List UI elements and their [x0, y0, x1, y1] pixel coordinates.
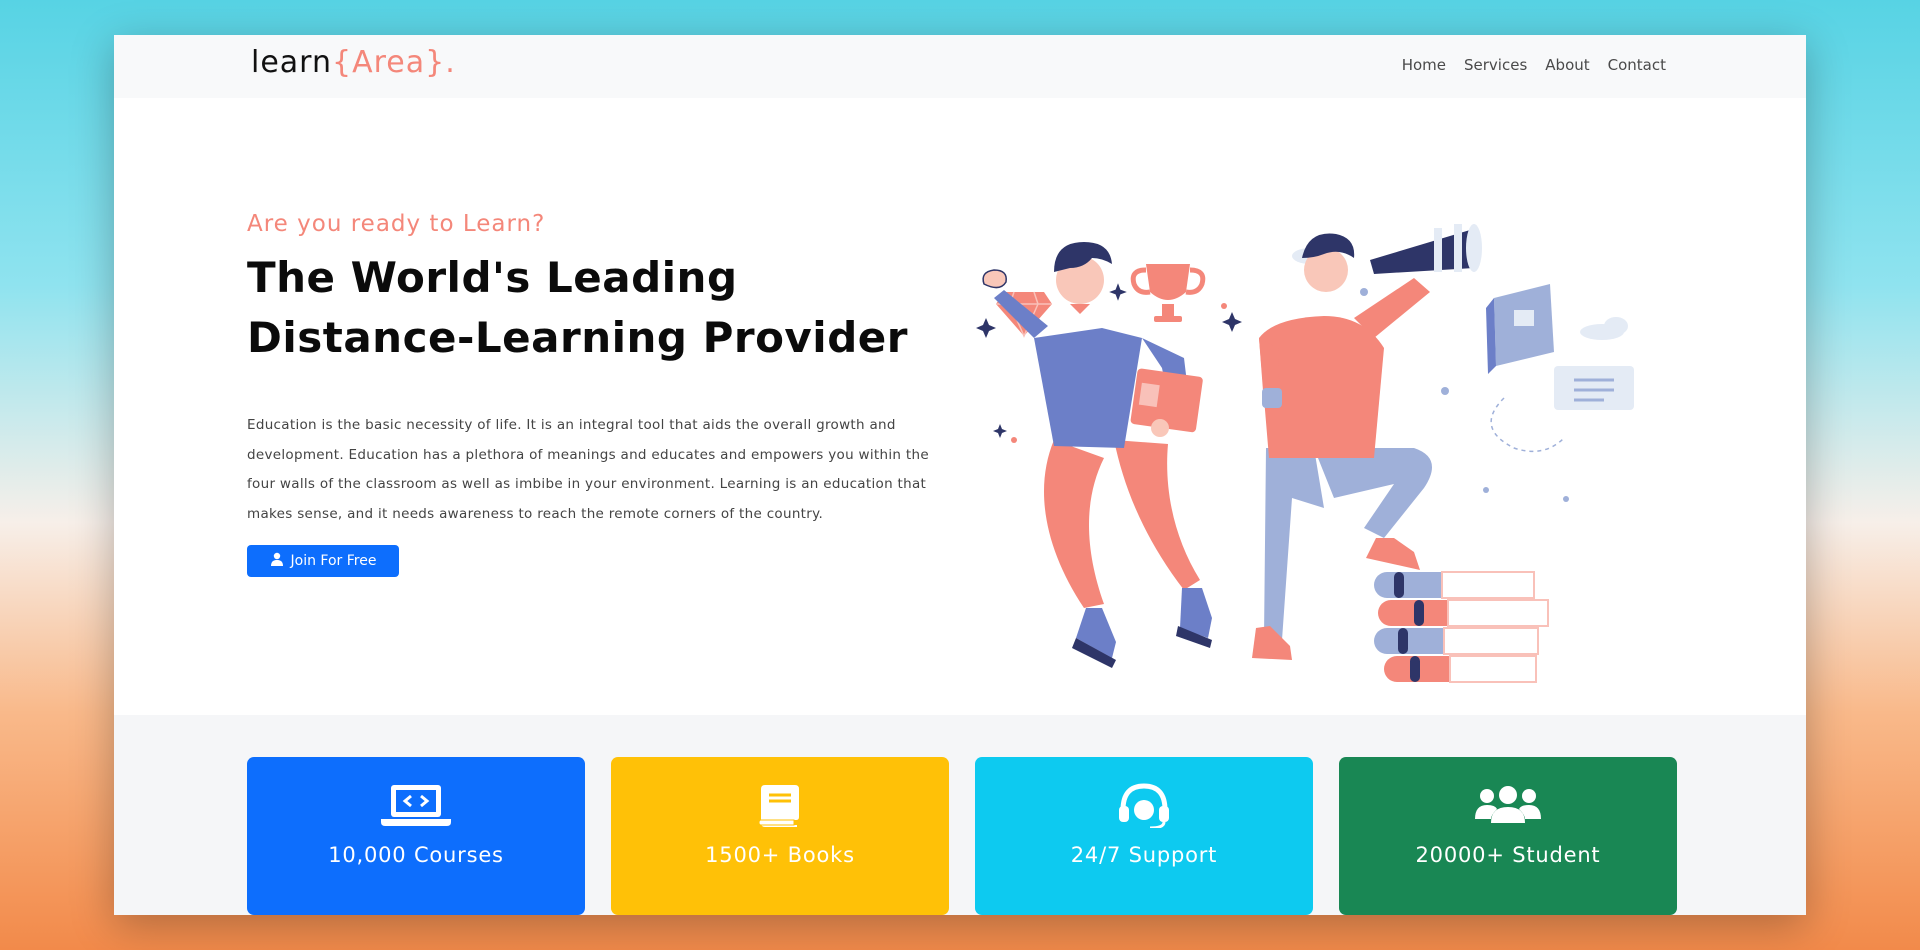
user-icon	[270, 552, 284, 570]
trophy-icon	[1130, 264, 1206, 322]
stat-label-students: 20000+ Student	[1415, 843, 1601, 867]
nav-about[interactable]: About	[1545, 56, 1589, 74]
brand-prefix: learn	[251, 45, 332, 80]
stat-label-support: 24/7 Support	[1070, 843, 1218, 867]
nav-contact[interactable]: Contact	[1608, 56, 1666, 74]
headset-icon	[1115, 781, 1173, 829]
brand-accent: {Area}.	[332, 45, 456, 80]
book-icon	[755, 781, 805, 829]
laptop-code-icon	[381, 781, 451, 829]
stat-label-books: 1500+ Books	[705, 843, 855, 867]
headline-line-2: Distance-Learning Provider	[247, 313, 908, 362]
stat-card-students[interactable]: 20000+ Student	[1339, 757, 1677, 915]
hero-tagline: Are you ready to Learn?	[247, 211, 546, 237]
nav-services[interactable]: Services	[1464, 56, 1527, 74]
brand-logo[interactable]: learn{Area}.	[251, 45, 456, 80]
page-frame: learn{Area}. Home Services About Contact…	[114, 35, 1806, 915]
stat-card-support[interactable]: 24/7 Support	[975, 757, 1313, 915]
nav-links: Home Services About Contact	[1402, 56, 1666, 74]
stat-card-courses[interactable]: 10,000 Courses	[247, 757, 585, 915]
navbar: learn{Area}. Home Services About Contact	[114, 35, 1806, 98]
stat-card-books[interactable]: 1500+ Books	[611, 757, 949, 915]
join-for-free-button[interactable]: Join For Free	[247, 545, 399, 577]
headline-line-1: The World's Leading	[247, 253, 738, 302]
book-stack-illustration	[1374, 571, 1549, 683]
stat-label-courses: 10,000 Courses	[328, 843, 504, 867]
hero-section: Are you ready to Learn? The World's Lead…	[114, 98, 1806, 715]
nav-home[interactable]: Home	[1402, 56, 1446, 74]
join-button-label: Join For Free	[290, 553, 377, 569]
student-illustration-left	[982, 242, 1212, 668]
stats-section: 10,000 Courses 1500+ Books 24/7 Support …	[114, 715, 1806, 915]
hero-description: Education is the basic necessity of life…	[247, 417, 929, 522]
users-icon	[1473, 781, 1543, 829]
hero-headline: The World's Leading Distance-Learning Pr…	[247, 248, 967, 368]
book-illustration	[1486, 284, 1634, 453]
hero-illustration	[974, 208, 1694, 708]
